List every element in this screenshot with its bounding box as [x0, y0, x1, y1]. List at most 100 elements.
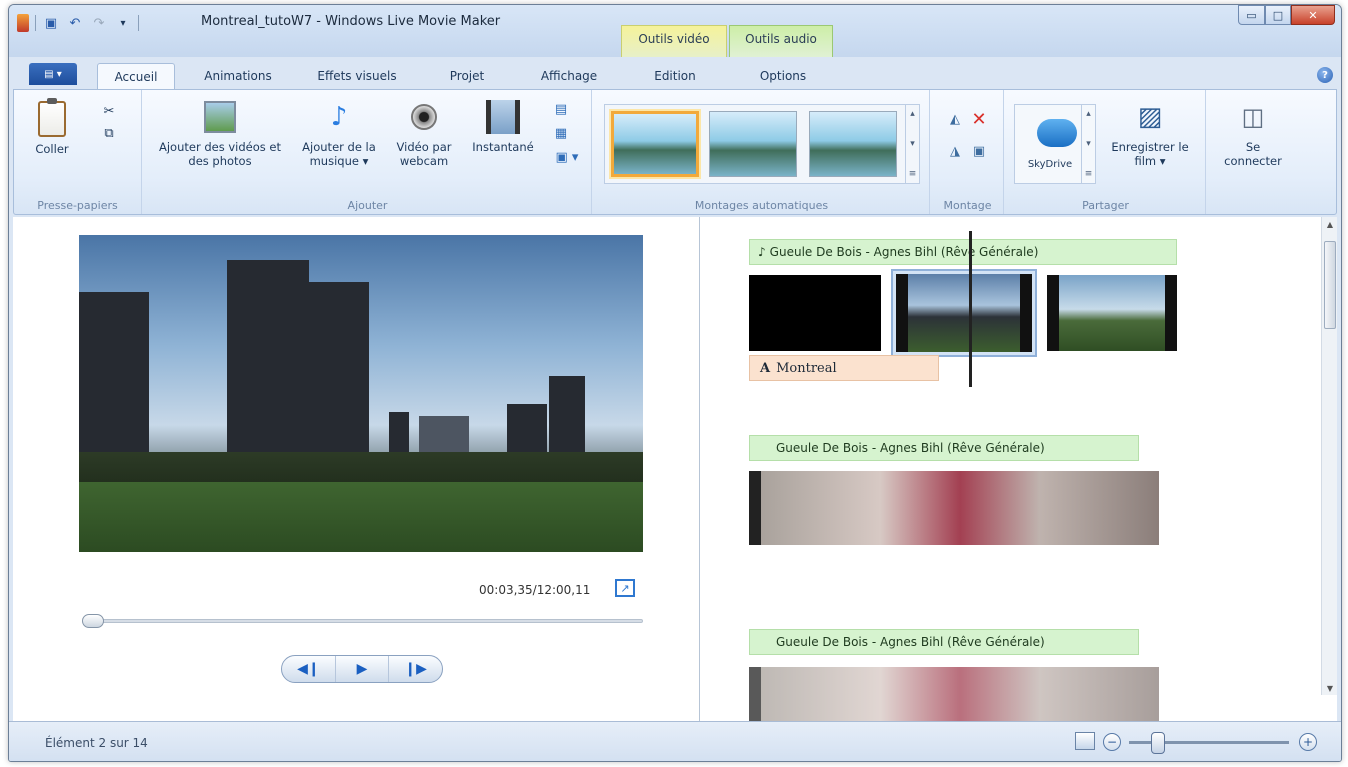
title-icon[interactable]: ▤ [552, 100, 570, 118]
cut-icon[interactable]: ✂ [100, 102, 118, 120]
player-controls: ◀❙ ▶ ❙▶ [281, 655, 443, 683]
qat-separator [35, 15, 36, 31]
redo-icon[interactable]: ↷ [90, 14, 108, 32]
share-up-icon[interactable]: ▴ [1086, 109, 1091, 119]
copy-icon[interactable]: ⧉ [100, 124, 118, 142]
rotate-left-icon[interactable]: ◭ [946, 110, 964, 128]
gallery-up-icon[interactable]: ▴ [910, 109, 915, 119]
add-videos-photos-button[interactable]: Ajouter des vidéos et des photos [152, 98, 288, 168]
paste-button[interactable]: Coller [28, 98, 76, 156]
add-music-label: Ajouter de la musique ▾ [302, 140, 376, 168]
credits-dropdown-icon[interactable]: ▣ ▾ [552, 148, 582, 166]
audio-tools-context-tab: Outils audio [729, 25, 833, 57]
scroll-down-icon[interactable]: ▼ [1322, 681, 1338, 695]
storyboard: ♪ Gueule De Bois - Agnes Bihl (Rêve Géné… [701, 217, 1321, 721]
tab-options[interactable]: Options [735, 63, 831, 89]
pane-divider[interactable] [699, 217, 700, 721]
seek-bar[interactable] [82, 614, 643, 628]
tab-effets-visuels[interactable]: Effets visuels [301, 63, 413, 89]
share-group: SkyDrive ▴ ▾ ≡ ▨ Enregistrer le film ▾ P… [1006, 90, 1206, 214]
application-menu-button[interactable]: ▤ ▾ [29, 63, 77, 85]
video-tools-context-tab: Outils vidéo [621, 25, 727, 57]
skydrive-button[interactable]: SkyDrive ▴ ▾ ≡ [1014, 104, 1096, 184]
save-movie-button[interactable]: ▨ Enregistrer le film ▾ [1110, 98, 1190, 168]
tab-affichage[interactable]: Affichage [519, 63, 619, 89]
storyboard-scrollbar[interactable]: ▲ ▼ [1321, 217, 1337, 695]
webcam-icon [407, 98, 441, 136]
movie-maker-icon[interactable] [17, 14, 29, 32]
add-music-button[interactable]: ♪ Ajouter de la musique ▾ [290, 98, 388, 168]
minimize-button[interactable]: ▭ [1238, 5, 1265, 25]
remove-icon[interactable]: ✕ [970, 109, 988, 130]
caption-label: Montreal [776, 360, 837, 376]
status-bar: Élément 2 sur 14 − + [9, 721, 1341, 761]
music-track[interactable]: Gueule De Bois - Agnes Bihl (Rêve Généra… [749, 629, 1139, 655]
next-frame-icon[interactable]: ❙▶ [389, 656, 442, 682]
storyboard-clip-selected[interactable] [891, 269, 1037, 357]
main-content: 00:03,35/12:00,11 ↗ ◀❙ ▶ ❙▶ ♪ Gueule De … [13, 217, 1337, 721]
storyboard-clip[interactable] [1047, 275, 1177, 351]
scroll-thumb[interactable] [1324, 241, 1336, 329]
rotate-right-icon[interactable]: ◮ [946, 142, 964, 160]
storyboard-clip[interactable] [749, 275, 881, 351]
add-videos-label: Ajouter des vidéos et des photos [158, 140, 282, 168]
tab-edition[interactable]: Edition [627, 63, 723, 89]
zoom-in-icon[interactable]: + [1299, 733, 1317, 751]
maximize-button[interactable]: □ [1265, 5, 1291, 25]
sign-in-label: Se connecter [1224, 140, 1282, 168]
caption-icon[interactable]: ▦ [552, 124, 570, 142]
music-track[interactable]: ♪ Gueule De Bois - Agnes Bihl (Rêve Géné… [749, 239, 1177, 265]
share-more-icon[interactable]: ≡ [1085, 169, 1093, 179]
seek-thumb[interactable] [82, 614, 104, 628]
fullscreen-icon[interactable]: ↗ [615, 579, 635, 597]
automovie-group-label: Montages automatiques [694, 199, 829, 212]
music-note-icon: ♪ [758, 245, 766, 259]
automovie-theme-thumbnail[interactable] [709, 111, 797, 177]
gallery-more-icon[interactable]: ≡ [909, 169, 917, 179]
customize-qat-icon[interactable]: ▾ [114, 14, 132, 32]
gallery-down-icon[interactable]: ▾ [910, 139, 915, 149]
automovie-theme-thumbnail[interactable] [611, 111, 699, 177]
gallery-scroll[interactable]: ▴ ▾ ≡ [905, 105, 919, 183]
sign-in-button[interactable]: ◫ Se connecter [1218, 98, 1288, 168]
paste-icon [35, 98, 69, 138]
caption-track[interactable]: A Montreal [749, 355, 939, 381]
close-button[interactable]: ✕ [1291, 5, 1335, 25]
zoom-control: − + [1063, 730, 1329, 756]
tab-accueil[interactable]: Accueil [97, 63, 175, 89]
tab-animations[interactable]: Animations [187, 63, 289, 89]
music-track-label: Gueule De Bois - Agnes Bihl (Rêve Généra… [776, 635, 1045, 649]
window-title: Montreal_tutoW7 - Windows Live Movie Mak… [201, 14, 501, 29]
save-movie-icon: ▨ [1137, 102, 1163, 132]
storyboard-clip-strip[interactable] [749, 471, 1159, 545]
select-all-icon[interactable]: ▣ [970, 142, 988, 160]
share-down-icon[interactable]: ▾ [1086, 139, 1091, 149]
snapshot-icon [486, 98, 520, 136]
tab-projet[interactable]: Projet [427, 63, 507, 89]
storyboard-clip-strip[interactable] [749, 667, 1159, 721]
undo-icon[interactable]: ↶ [66, 14, 84, 32]
zoom-out-icon[interactable]: − [1103, 733, 1121, 751]
previous-frame-icon[interactable]: ◀❙ [282, 656, 336, 682]
add-group: Ajouter des vidéos et des photos ♪ Ajout… [144, 90, 592, 214]
help-icon[interactable]: ? [1317, 67, 1333, 83]
save-icon[interactable]: ▣ [42, 14, 60, 32]
add-group-label: Ajouter [347, 199, 388, 212]
share-gallery-scroll[interactable]: ▴ ▾ ≡ [1081, 105, 1095, 183]
music-track[interactable]: Gueule De Bois - Agnes Bihl (Rêve Généra… [749, 435, 1139, 461]
paste-label: Coller [35, 142, 69, 156]
play-icon[interactable]: ▶ [336, 656, 390, 682]
editing-group: ◭ ✕ ◮ ▣ Montage [932, 90, 1004, 214]
video-preview[interactable] [79, 235, 643, 552]
playhead[interactable] [969, 231, 972, 387]
add-photos-icon [203, 98, 237, 136]
webcam-video-button[interactable]: Vidéo par webcam [388, 98, 460, 168]
snapshot-button[interactable]: Instantané [462, 98, 544, 154]
editing-group-label: Montage [943, 199, 992, 212]
clipboard-group-label: Presse-papiers [37, 199, 118, 212]
scroll-up-icon[interactable]: ▲ [1322, 217, 1338, 231]
webcam-label: Vidéo par webcam [396, 140, 452, 168]
automovie-theme-thumbnail[interactable] [809, 111, 897, 177]
zoom-slider-thumb[interactable] [1151, 732, 1165, 754]
automovie-group: ▴ ▾ ≡ Montages automatiques [594, 90, 930, 214]
